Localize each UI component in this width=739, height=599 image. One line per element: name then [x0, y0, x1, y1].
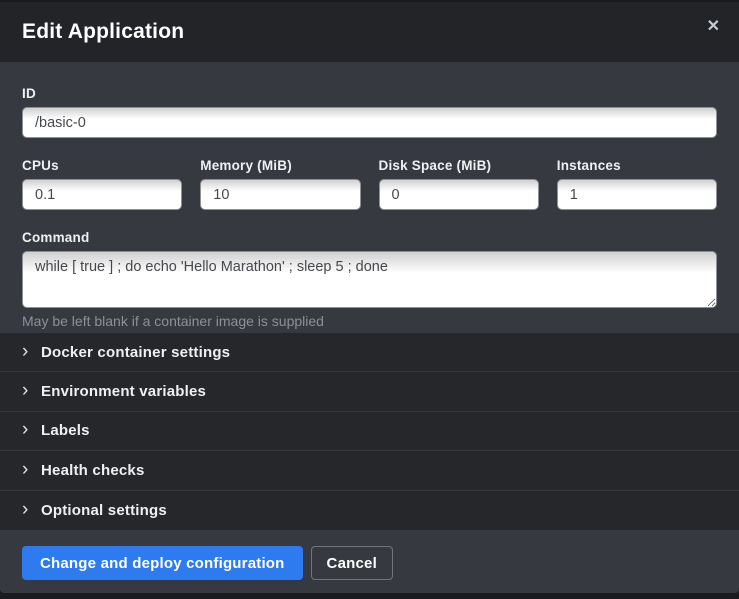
application-form: ID CPUs Memory (MiB) Disk Space (MiB) In…: [0, 62, 739, 333]
modal-title: Edit Application: [22, 20, 184, 44]
cpus-input[interactable]: [22, 179, 182, 210]
modal-header: Edit Application ✕: [0, 2, 739, 62]
section-optional-settings[interactable]: › Optional settings: [0, 491, 739, 530]
memory-field-group: Memory (MiB): [200, 158, 360, 210]
cpus-field-group: CPUs: [22, 158, 182, 210]
disk-label: Disk Space (MiB): [379, 158, 539, 173]
instances-input[interactable]: [557, 179, 717, 210]
chevron-right-icon: ›: [22, 381, 30, 400]
chevron-right-icon: ›: [22, 420, 30, 439]
change-and-deploy-button[interactable]: Change and deploy configuration: [22, 546, 303, 580]
disk-field-group: Disk Space (MiB): [379, 158, 539, 210]
memory-label: Memory (MiB): [200, 158, 360, 173]
cancel-button[interactable]: Cancel: [311, 546, 393, 580]
section-environment-variables[interactable]: › Environment variables: [0, 372, 739, 411]
edit-application-modal: Edit Application ✕ ID CPUs Memory (MiB) …: [0, 2, 739, 593]
id-field-group: ID: [22, 86, 717, 138]
chevron-right-icon: ›: [22, 342, 30, 361]
command-label: Command: [22, 230, 717, 245]
section-labels[interactable]: › Labels: [0, 412, 739, 451]
command-textarea[interactable]: while [ true ] ; do echo 'Hello Marathon…: [22, 251, 717, 308]
chevron-right-icon: ›: [22, 500, 30, 519]
section-label: Labels: [41, 422, 90, 439]
section-label: Docker container settings: [41, 344, 230, 361]
resources-row: CPUs Memory (MiB) Disk Space (MiB) Insta…: [22, 158, 717, 210]
section-docker-container-settings[interactable]: › Docker container settings: [0, 333, 739, 372]
id-label: ID: [22, 86, 717, 101]
instances-label: Instances: [557, 158, 717, 173]
command-field-group: Command while [ true ] ; do echo 'Hello …: [22, 230, 717, 329]
command-help-text: May be left blank if a container image i…: [22, 313, 717, 329]
section-label: Health checks: [41, 462, 144, 479]
section-label: Optional settings: [41, 502, 167, 519]
close-icon[interactable]: ✕: [703, 15, 724, 39]
disk-input[interactable]: [379, 179, 539, 210]
section-health-checks[interactable]: › Health checks: [0, 451, 739, 490]
section-label: Environment variables: [41, 383, 206, 400]
instances-field-group: Instances: [557, 158, 717, 210]
modal-footer: Change and deploy configuration Cancel: [0, 530, 739, 593]
chevron-right-icon: ›: [22, 460, 30, 479]
id-input[interactable]: [22, 107, 717, 138]
memory-input[interactable]: [200, 179, 360, 210]
collapsible-sections: › Docker container settings › Environmen…: [0, 333, 739, 530]
cpus-label: CPUs: [22, 158, 182, 173]
